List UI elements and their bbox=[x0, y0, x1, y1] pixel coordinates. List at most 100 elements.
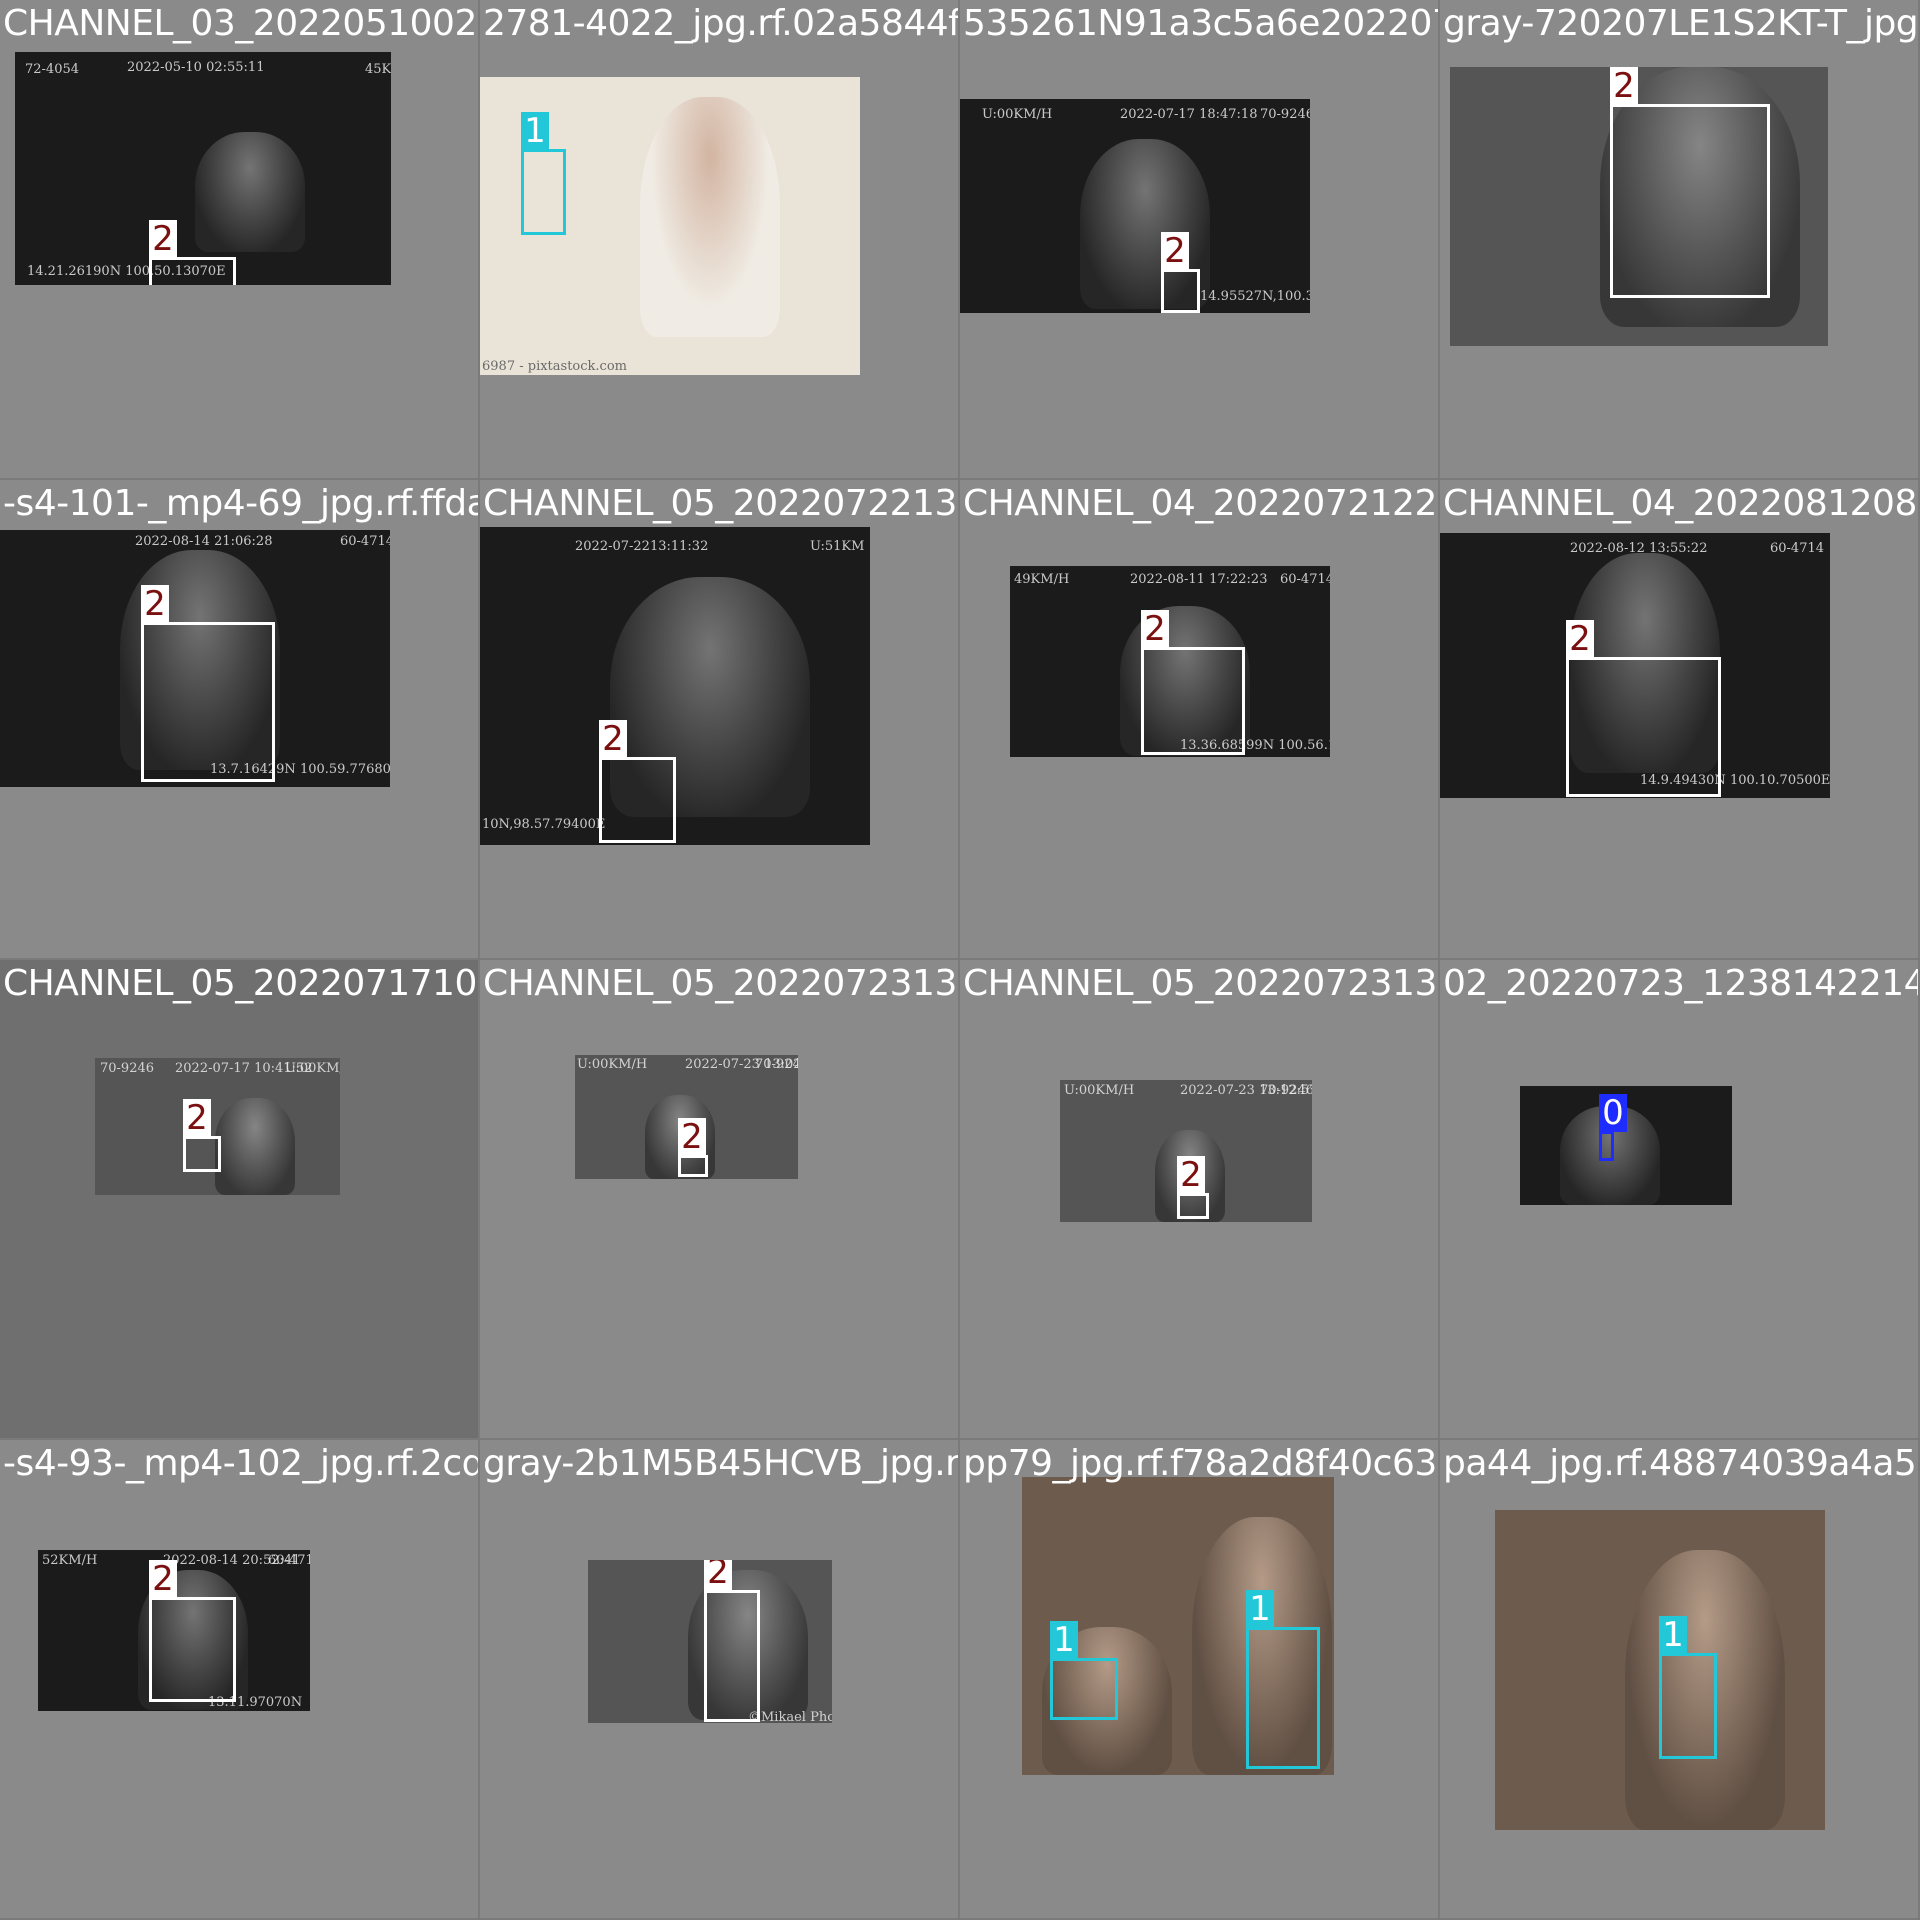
bounding-box: 2 bbox=[1610, 67, 1770, 298]
photo-area: 2 bbox=[1450, 67, 1828, 346]
bounding-box: 2 bbox=[1141, 610, 1245, 755]
tile-filename: pp79_jpg.rf.f78a2d8f40c638066 bbox=[963, 1443, 1438, 1484]
timestamp-overlay: U:00KM/H bbox=[577, 1057, 648, 1072]
timestamp-overlay: U:00KM/H bbox=[285, 1061, 340, 1076]
timestamp-overlay: 2022-08-12 13:55:22 bbox=[1570, 541, 1708, 556]
timestamp-overlay: U:51KM bbox=[810, 539, 865, 554]
timestamp-overlay: U:00KM/H bbox=[1064, 1083, 1135, 1098]
class-label: 1 bbox=[1246, 1590, 1274, 1628]
image-tile: 6987 - pixtastock.com 1 2781-4022_jpg.rf.0… bbox=[480, 0, 958, 478]
bounding-box: 2 bbox=[599, 720, 676, 843]
timestamp-overlay: 70-9246 bbox=[100, 1061, 155, 1076]
tile-filename: gray-720207LE1S2KT-T_jpg. bbox=[1443, 3, 1918, 44]
tile-filename: -s4-101-_mp4-69_jpg.rf.ffda75a998e5cd25e bbox=[3, 483, 478, 524]
timestamp-overlay: 60-4714 bbox=[1770, 541, 1825, 556]
photo-area: 2022-08-14 21:06:28 60-4714 13.7.16429N 10… bbox=[0, 530, 390, 787]
photo-area: 72-40542022-05-10 02:55:1145KM14.21.2619… bbox=[15, 52, 391, 285]
photo-area: 1 bbox=[1495, 1510, 1825, 1830]
class-label: 2 bbox=[1141, 610, 1169, 648]
image-tile: 2022-07-17 18:47:18 U:00KM/H 70-9246 14.955… bbox=[960, 0, 1438, 478]
class-label: 2 bbox=[599, 720, 627, 758]
tile-filename: CHANNEL_05_20220723131257231308 bbox=[963, 963, 1438, 1004]
bounding-box: 2 bbox=[678, 1118, 708, 1177]
person-silhouette bbox=[195, 132, 305, 252]
tile-filename: CHANNEL_04_20220812081213 bbox=[1443, 483, 1918, 524]
bounding-box: 1 bbox=[521, 112, 566, 235]
image-tile: 2 gray-720207LE1S2KT-T_jpg. bbox=[1440, 0, 1918, 478]
class-label: 2 bbox=[141, 585, 169, 623]
timestamp-overlay: 60-4714 bbox=[1280, 572, 1330, 587]
image-tile: 0 02_20220723_1238142214 bbox=[1440, 960, 1918, 1438]
tile-filename: 535261N91a3c5a6e20220717184708-PJD07BET8… bbox=[963, 3, 1438, 44]
timestamp-overlay: 60-4714 bbox=[340, 534, 390, 549]
class-label: 1 bbox=[1659, 1616, 1687, 1654]
bounding-box: 2 bbox=[1566, 620, 1721, 797]
photo-area: 2022-08-11 17:22:23 60-4714 49KM/H 13.36.68… bbox=[1010, 566, 1330, 757]
class-label: 2 bbox=[1177, 1156, 1205, 1194]
bounding-box: 1 bbox=[1050, 1621, 1118, 1720]
class-label: 2 bbox=[1161, 232, 1189, 270]
timestamp-overlay: 70-9246 bbox=[1260, 1083, 1312, 1098]
image-tile: 2022-08-14 21:06:28 60-4714 13.7.16429N 10… bbox=[0, 480, 478, 958]
timestamp-overlay: 45KM bbox=[365, 62, 391, 77]
class-label: 2 bbox=[183, 1099, 211, 1137]
photo-area: 11 bbox=[1022, 1477, 1334, 1775]
timestamp-overlay: 70-9246 bbox=[755, 1057, 798, 1072]
tile-filename: pa44_jpg.rf.48874039a4a503 bbox=[1443, 1443, 1918, 1484]
bounding-box: 1 bbox=[1659, 1616, 1717, 1759]
class-label: 2 bbox=[678, 1118, 706, 1156]
timestamp-overlay: 2022-07-2213:11:32 bbox=[575, 539, 709, 554]
person-silhouette bbox=[215, 1098, 295, 1195]
tile-filename: 02_20220723_1238142214 bbox=[1443, 963, 1918, 1004]
photo-area: 2022-08-14 20:52:4160-471452KM/H13.11.97… bbox=[38, 1550, 310, 1711]
photo-area: 2022-08-12 13:55:22 60-4714 14.9.49430N 10… bbox=[1440, 533, 1830, 798]
image-tile: 1 pa44_jpg.rf.48874039a4a503 bbox=[1440, 1440, 1918, 1918]
timestamp-overlay: 52KM/H bbox=[42, 1553, 98, 1568]
class-label: 2 bbox=[149, 220, 177, 258]
bounding-box: 2 bbox=[704, 1560, 760, 1722]
timestamp-overlay: 70-9246 bbox=[1260, 107, 1310, 122]
photo-area: U:00KM/H 2022-07-23 13:12:57 70-9246 2 bbox=[1060, 1080, 1312, 1222]
timestamp-overlay: 2022-08-14 21:06:28 bbox=[135, 534, 273, 549]
tile-filename: CHANNEL_04_20220721221381117 bbox=[963, 483, 1438, 524]
image-tile: U:00KM/H2022-07-23 13:02:0770-92462CHANN… bbox=[480, 960, 958, 1438]
timestamp-overlay: 72-4054 bbox=[25, 62, 80, 77]
bounding-box: 0 bbox=[1599, 1094, 1627, 1161]
photo-area: 2022-07-17 18:47:18 U:00KM/H 70-9246 14.955… bbox=[960, 99, 1310, 313]
person-silhouette bbox=[640, 97, 780, 337]
tile-filename: CHANNEL_03_20220510025516_80_jpg.rf.b23a… bbox=[3, 3, 478, 44]
photo-area: 2022-07-2213:11:32 U:51KM 10N,98.57.79400E… bbox=[480, 527, 870, 845]
timestamp-overlay: 6987 - pixtastock.com bbox=[482, 359, 627, 374]
timestamp-overlay: U:00KM/H bbox=[982, 107, 1053, 122]
bounding-box: 2 bbox=[141, 585, 275, 782]
class-label: 1 bbox=[521, 112, 549, 150]
image-tile: 11pp79_jpg.rf.f78a2d8f40c638066 bbox=[960, 1440, 1438, 1918]
tile-filename: CHANNEL_05_20220722131125_jpg bbox=[483, 483, 958, 524]
timestamp-overlay: 14.95527N,100.35610E bbox=[1200, 289, 1310, 304]
tile-filename: CHANNEL_05_20220717104152 bbox=[3, 963, 478, 1004]
class-label: 1 bbox=[1050, 1621, 1078, 1659]
image-tile: 70-92462022-07-17 10:41:52U:00KM/H2CHANN… bbox=[0, 960, 478, 1438]
bounding-box: 2 bbox=[149, 220, 236, 285]
timestamp-overlay: 2022-05-10 02:55:11 bbox=[127, 60, 265, 75]
bounding-box: 1 bbox=[1246, 1590, 1320, 1769]
class-label: 2 bbox=[149, 1560, 177, 1598]
photo-area: 70-92462022-07-17 10:41:52U:00KM/H2 bbox=[95, 1058, 340, 1195]
bounding-box: 2 bbox=[1177, 1156, 1209, 1219]
image-tile: 2022-08-12 13:55:22 60-4714 14.9.49430N 10… bbox=[1440, 480, 1918, 958]
photo-area: U:00KM/H2022-07-23 13:02:0770-92462 bbox=[575, 1055, 798, 1179]
timestamp-overlay: 10N,98.57.79400E bbox=[482, 817, 606, 832]
timestamp-overlay: 2022-07-17 18:47:18 bbox=[1120, 107, 1258, 122]
photo-area: ©Mikael Photography 2 bbox=[588, 1560, 832, 1723]
timestamp-overlay: 2022-08-11 17:22:23 bbox=[1130, 572, 1268, 587]
image-tile: 2022-08-14 20:52:4160-471452KM/H13.11.97… bbox=[0, 1440, 478, 1918]
bounding-box: 2 bbox=[149, 1560, 236, 1702]
class-label: 2 bbox=[1566, 620, 1594, 658]
class-label: 2 bbox=[704, 1560, 732, 1591]
timestamp-overlay: 49KM/H bbox=[1014, 572, 1070, 587]
tile-filename: CHANNEL_05_20220723130207231 bbox=[483, 963, 958, 1004]
image-tile: 2022-07-2213:11:32 U:51KM 10N,98.57.79400E… bbox=[480, 480, 958, 958]
bounding-box: 2 bbox=[183, 1099, 221, 1172]
photo-area: 0 bbox=[1520, 1086, 1732, 1205]
bounding-box: 2 bbox=[1161, 232, 1200, 313]
